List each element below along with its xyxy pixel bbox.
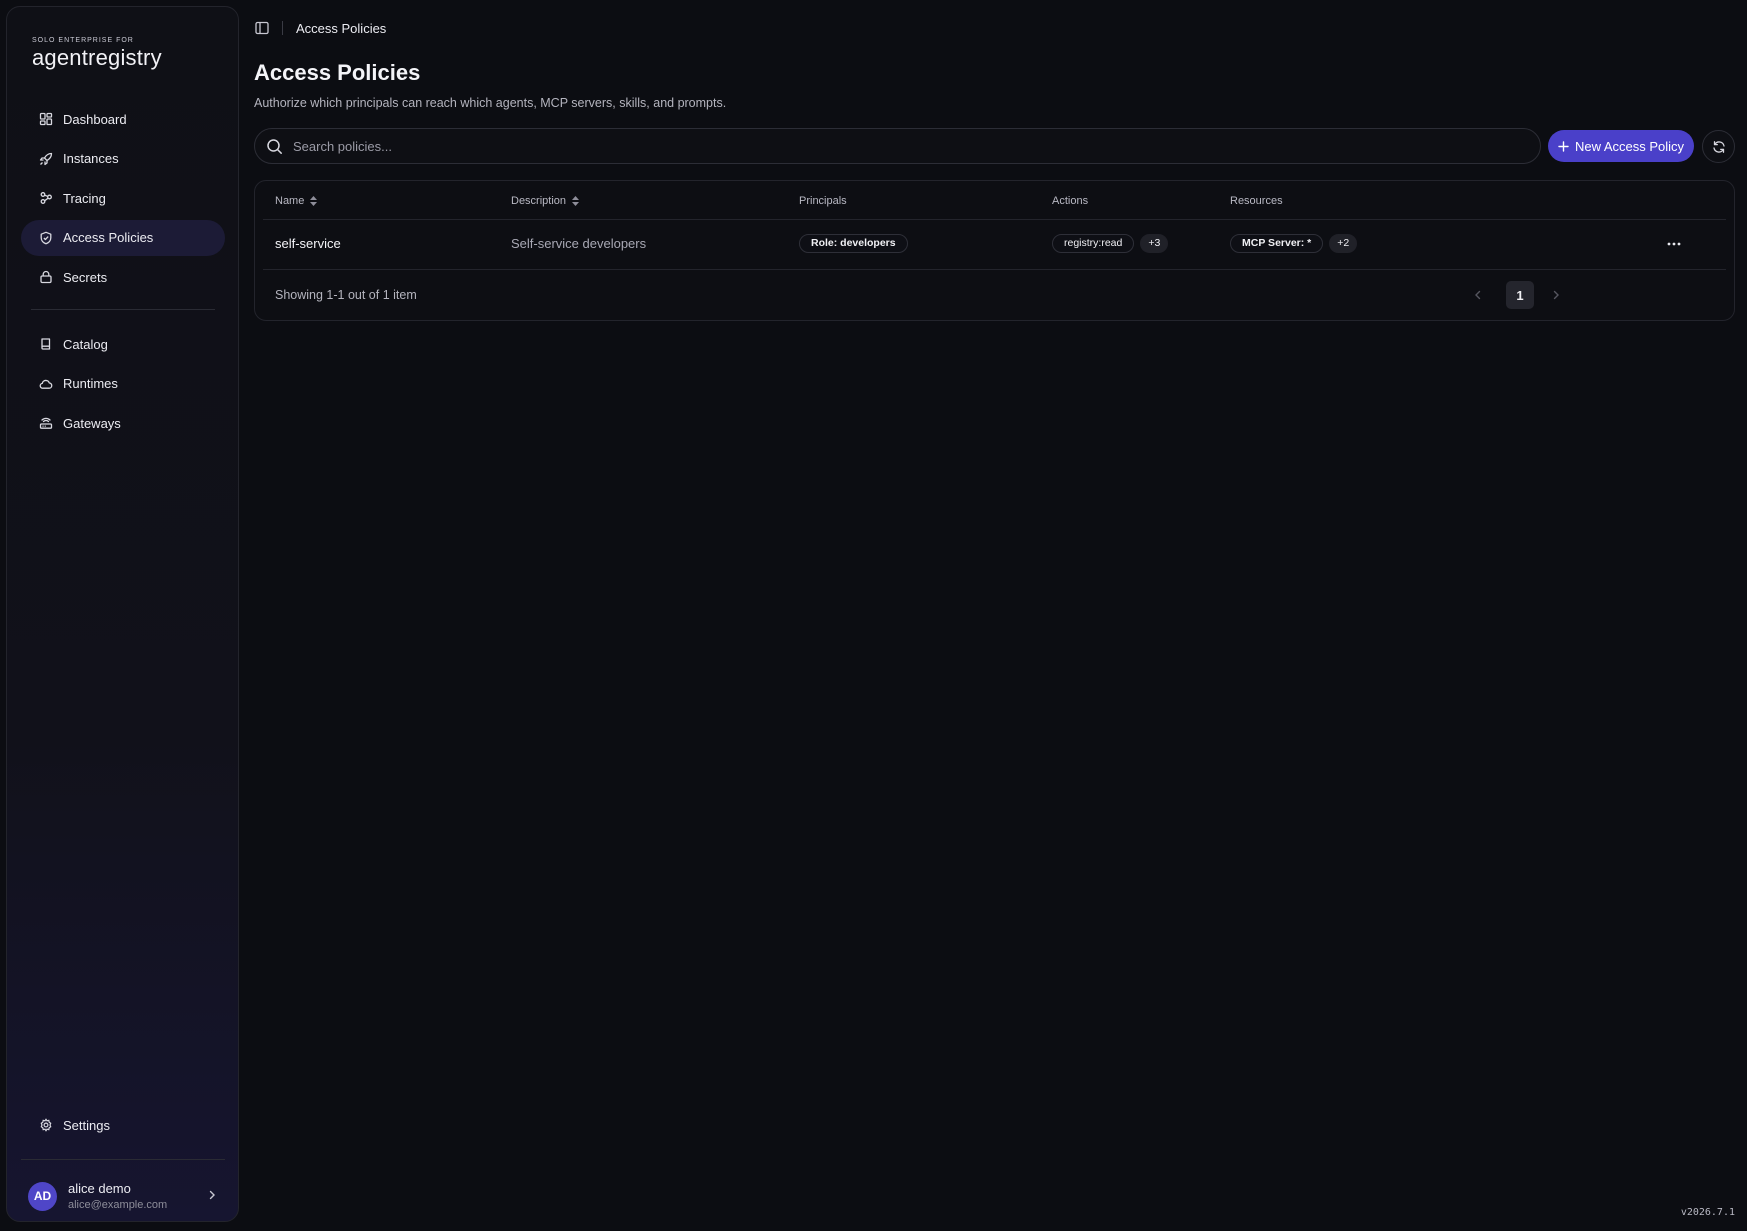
column-header-principals: Principals [799,195,847,207]
chevron-left-icon[interactable] [1472,289,1484,301]
lock-icon [39,270,53,284]
grid-icon [39,112,53,126]
user-email: alice@example.com [68,1199,168,1211]
chevron-right-icon[interactable] [1550,289,1562,301]
sidebar-nav: Dashboard Instances Tracing Access Polic… [21,101,225,445]
avatar: AD [28,1181,57,1211]
breadcrumb-separator [282,21,283,35]
sidebar-item-label: Runtimes [63,376,118,391]
resource-more-badge[interactable]: +2 [1329,233,1358,253]
rocket-icon [39,152,53,166]
new-access-policy-label: New Access Policy [1574,138,1685,154]
column-header-actions: Actions [1052,195,1089,207]
sidebar-item-label: Dashboard [63,111,127,127]
column-header-label: Description [511,195,567,207]
nav-divider [31,309,215,310]
sidebar-item-label: Access Policies [63,230,154,245]
user-name: alice demo [68,1181,131,1196]
user-info: alice demo alice@example.com [68,1181,167,1211]
sidebar-item-gateways[interactable]: Gateways [21,405,225,441]
sidebar-item-label: Instances [63,151,119,166]
actions-cell: registry:read +3 [1052,233,1174,253]
cloud-icon [39,377,53,391]
sidebar-item-label: Tracing [63,190,106,206]
sort-icon [310,196,318,206]
topbar: Access Policies [254,18,386,38]
principal-badge: Role: developers [799,233,908,253]
brand-name: agentregistry [32,45,162,70]
sidebar-item-tracing[interactable]: Tracing [21,180,225,216]
search-box[interactable] [254,128,1541,164]
shield-check-icon [39,231,53,245]
gear-icon [39,1118,53,1132]
header-divider [263,219,1726,220]
page-subtitle: Authorize which principals can reach whi… [254,96,727,110]
policy-name[interactable]: self-service [275,233,341,253]
action-badge: registry:read [1052,233,1135,253]
breadcrumb[interactable]: Access Policies [296,21,386,36]
action-more-badge[interactable]: +3 [1140,233,1169,253]
plus-icon [1558,140,1569,152]
column-header-description[interactable]: Description [511,194,580,208]
resources-cell: MCP Server: * +2 [1230,233,1363,253]
app-root: SOLO ENTERPRISE FOR agentregistry Dashbo… [0,0,1747,1231]
pagination: 1 [1472,281,1562,309]
principals-cell: Role: developers [799,233,914,253]
nodes-icon [39,191,53,205]
page-number-button[interactable]: 1 [1506,281,1534,309]
sidebar: SOLO ENTERPRISE FOR agentregistry Dashbo… [6,6,239,1222]
chevron-right-icon [209,1190,215,1200]
more-options-icon[interactable] [1666,236,1682,252]
sidebar-item-label: Gateways [63,415,121,431]
brand-tagline: SOLO ENTERPRISE FOR [32,37,134,44]
row-divider [263,269,1726,270]
router-icon [39,416,53,430]
sidebar-item-secrets[interactable]: Secrets [21,259,225,295]
column-header-label: Name [275,195,305,207]
sidebar-item-label: Secrets [63,269,108,285]
sidebar-item-access-policies[interactable]: Access Policies [21,219,225,256]
sidebar-item-settings[interactable]: Settings [21,1107,225,1143]
sidebar-item-label: Settings [63,1117,110,1133]
resource-badge: MCP Server: * [1230,233,1324,253]
version-label: v2026.7.1 [1680,1207,1735,1218]
refresh-icon [1712,140,1725,153]
sidebar-divider [21,1159,225,1160]
sidebar-item-dashboard[interactable]: Dashboard [21,101,225,137]
sort-icon [572,196,580,206]
sidebar-toggle-icon[interactable] [254,20,270,36]
refresh-button[interactable] [1702,130,1735,163]
column-header-resources: Resources [1230,195,1283,207]
policy-description: Self-service developers [511,235,647,251]
search-icon [267,138,282,154]
brand-logo[interactable]: SOLO ENTERPRISE FOR agentregistry [32,37,162,71]
column-header-name[interactable]: Name [275,194,318,208]
book-icon [39,337,53,351]
sidebar-item-catalog[interactable]: Catalog [21,326,225,362]
new-access-policy-button[interactable]: New Access Policy [1548,130,1694,162]
sidebar-item-label: Catalog [63,336,108,352]
pagination-summary: Showing 1-1 out of 1 item [275,288,417,302]
search-input[interactable] [293,138,1493,154]
sidebar-item-instances[interactable]: Instances [21,141,225,177]
user-menu[interactable]: AD alice demo alice@example.com [28,1181,228,1211]
sidebar-item-runtimes[interactable]: Runtimes [21,366,225,402]
settings-nav: Settings [21,1107,225,1147]
policies-table: Name Description Principals Actions Reso… [254,180,1735,321]
page-title: Access Policies [254,60,421,85]
